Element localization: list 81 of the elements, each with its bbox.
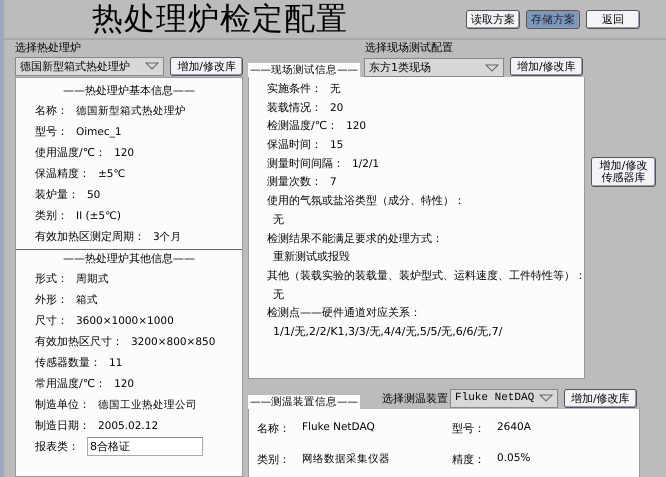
field-label: 测量次数： (267, 174, 322, 190)
field-value: 120 (114, 146, 134, 158)
toolbar-button[interactable]: 读取方案 (466, 10, 520, 28)
field-label: 名称： (35, 103, 68, 118)
toolbar-button[interactable]: 存储方案 (526, 10, 580, 28)
field-value: 3个月 (153, 230, 182, 244)
field-value: 20 (330, 100, 344, 116)
field-value: 无 (330, 82, 341, 97)
field-label: 制造单位： (35, 397, 90, 412)
add-edit-button[interactable]: 增加/修改库 (564, 388, 637, 408)
field-value: 7 (330, 175, 337, 190)
field-value: 重新测试或报毁 (272, 249, 351, 266)
panel-legend: ——现场测试信息—— (248, 63, 360, 77)
window-title: 热处理炉检定配置 (92, 0, 349, 39)
field-label: 型号： (35, 124, 68, 139)
field-label: 尺寸： (35, 313, 68, 328)
field-value: 周期式 (76, 272, 109, 286)
add-edit-button[interactable]: 增加/修改库 (170, 56, 243, 76)
field-value: 3200×800×850 (131, 336, 216, 348)
add-edit-button[interactable]: 增加/修改库 (510, 56, 583, 76)
field-value: 120 (114, 378, 134, 390)
field-label: 名称： (257, 420, 290, 436)
field-label: 类别： (35, 208, 68, 223)
field-label: 实施条件： (267, 81, 322, 97)
field-label: 有效加热区尺寸： (35, 334, 123, 349)
field-label: 检测点——硬件通道对应关系： (267, 305, 422, 322)
field-value: 箱式 (76, 292, 98, 306)
field-value: 德国工业热处理公司 (98, 398, 197, 412)
field-value: 无 (272, 212, 285, 228)
field-value: II (±5℃) (76, 210, 121, 222)
field-value: 1/2/1 (352, 156, 380, 172)
field-label: 检测温度/℃： (267, 118, 338, 134)
field-label: 精度： (452, 452, 485, 466)
field-label: 装炉量： (35, 187, 79, 202)
field-label: 测量时间间隔： (267, 156, 344, 172)
dropdown-arrow-icon (485, 64, 499, 72)
field-label: 有效加热区测定周期： (35, 229, 145, 244)
toolbar-button[interactable]: 返回 (586, 10, 640, 28)
field-value: 无 (272, 286, 285, 303)
dropdown-arrow-icon (539, 394, 553, 402)
field-label: 选择测温装置 (382, 390, 448, 406)
field-label: 常用温度/℃： (35, 376, 106, 391)
field-value: 2005.02.12 (98, 420, 158, 432)
field-value: 11 (109, 356, 122, 368)
field-label: 制造日期： (35, 418, 90, 433)
field-value: 2640A (497, 420, 531, 434)
field-label: 装载情况： (267, 100, 322, 116)
field-label: 报表类： (35, 439, 79, 454)
field-value: 0.05% (497, 452, 530, 466)
field-label: 外形： (35, 292, 68, 307)
field-label: 检测结果不能满足要求的处理方式： (267, 230, 444, 246)
field-label: 选择热处理炉 (15, 41, 82, 55)
field-value: 网络数据采集仪器 (302, 452, 390, 466)
field-value: 120 (346, 119, 366, 134)
field-label: 保温精度： (35, 166, 90, 181)
dropdown[interactable]: 德国新型箱式热处理炉 (15, 56, 164, 76)
field-label: 型号： (452, 420, 485, 436)
field-label: 传感器数量： (35, 355, 101, 370)
section-heading: ——热处理炉基本信息—— (62, 83, 196, 99)
section-heading: ——热处理炉其他信息—— (16, 249, 242, 268)
dropdown-arrow-icon (145, 62, 160, 70)
field-label: 形式： (35, 271, 68, 286)
field-label: 使用温度/℃： (35, 145, 106, 160)
field-label: 选择现场测试配置 (364, 41, 454, 55)
field-value: 1/1/无,2/2/K1,3/3/无,4/4/无,5/5/无,6/6/无,7/ (272, 324, 504, 340)
field-value: 15 (330, 138, 344, 154)
field-label: 类别： (257, 452, 290, 466)
sensor-library-button[interactable]: 增加/修改 传感器库 (591, 157, 656, 187)
field-label: 其他（装载实验的装载量、装炉型式、运料速度、工件特性等）： (267, 268, 584, 284)
field-value: Fluke NetDAQ (302, 420, 375, 434)
field-value: ±5℃ (98, 168, 126, 180)
field-value: 3600×1000×1000 (76, 314, 174, 326)
dropdown[interactable]: 东方1类现场 (364, 58, 504, 77)
field-label: 保温时间： (267, 137, 322, 154)
input-field[interactable]: 8合格证 (87, 437, 203, 456)
field-label: 使用的气氛或盐浴类型（成分、特性）： (267, 193, 466, 210)
field-value: Oimec_1 (76, 126, 122, 138)
panel-legend: ——测温装置信息—— (248, 395, 360, 409)
dropdown[interactable]: Fluke NetDAQ (450, 388, 558, 408)
field-value: 50 (87, 188, 100, 200)
field-value: 德国新型箱式热处理炉 (76, 104, 186, 118)
